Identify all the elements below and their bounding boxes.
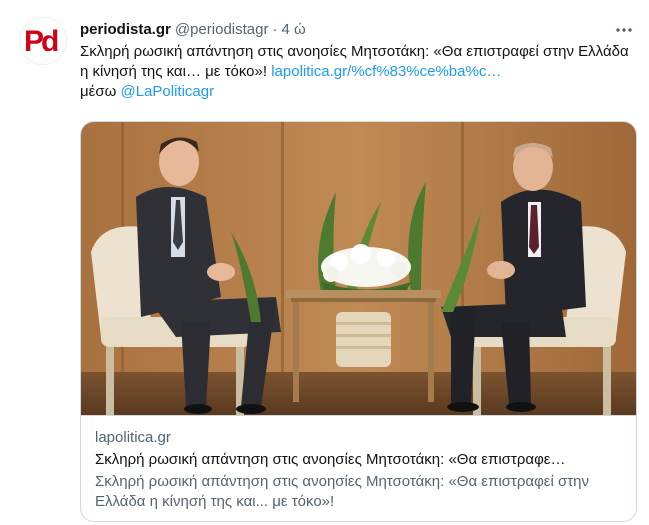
author-handle[interactable]: @periodistagr [175, 21, 269, 38]
more-horizontal-icon [616, 28, 632, 32]
mention-link[interactable]: @LaPoliticagr [120, 83, 214, 100]
tweet-link[interactable]: lapolitica.gr/%cf%83%ce%ba%c… [271, 63, 501, 80]
separator-dot: · [272, 21, 278, 38]
tweet[interactable]: Pd periodista.gr @periodistagr · 4 ώ Σκληρή… [0, 0, 649, 525]
periodista-logo-icon: Pd [24, 25, 61, 58]
card-body[interactable]: lapolitica.gr Σκληρή ρωσική απάντηση στι… [81, 415, 636, 521]
card-title: Σκληρή ρωσική απάντηση στις ανοησίες Μητ… [95, 451, 566, 468]
card-description: Σκληρή ρωσική απάντηση στις ανοησίες Μητ… [95, 473, 590, 510]
author-name[interactable]: periodista.gr [80, 21, 171, 38]
tweet-header: periodista.gr @periodistagr · 4 ώ [80, 20, 306, 40]
link-card[interactable]: lapolitica.gr Σκληρή ρωσική απάντηση στι… [80, 121, 637, 522]
card-image [81, 122, 636, 415]
tweet-text: Σκληρή ρωσική απάντηση στις ανοησίες Μητ… [80, 42, 640, 102]
more-options-button[interactable] [612, 18, 636, 42]
tweet-time[interactable]: 4 ώ [281, 21, 305, 38]
via-text: μέσω [80, 83, 117, 100]
avatar[interactable]: Pd [19, 17, 67, 65]
card-domain: lapolitica.gr [95, 429, 171, 446]
svg-text:Pd: Pd [24, 25, 58, 58]
